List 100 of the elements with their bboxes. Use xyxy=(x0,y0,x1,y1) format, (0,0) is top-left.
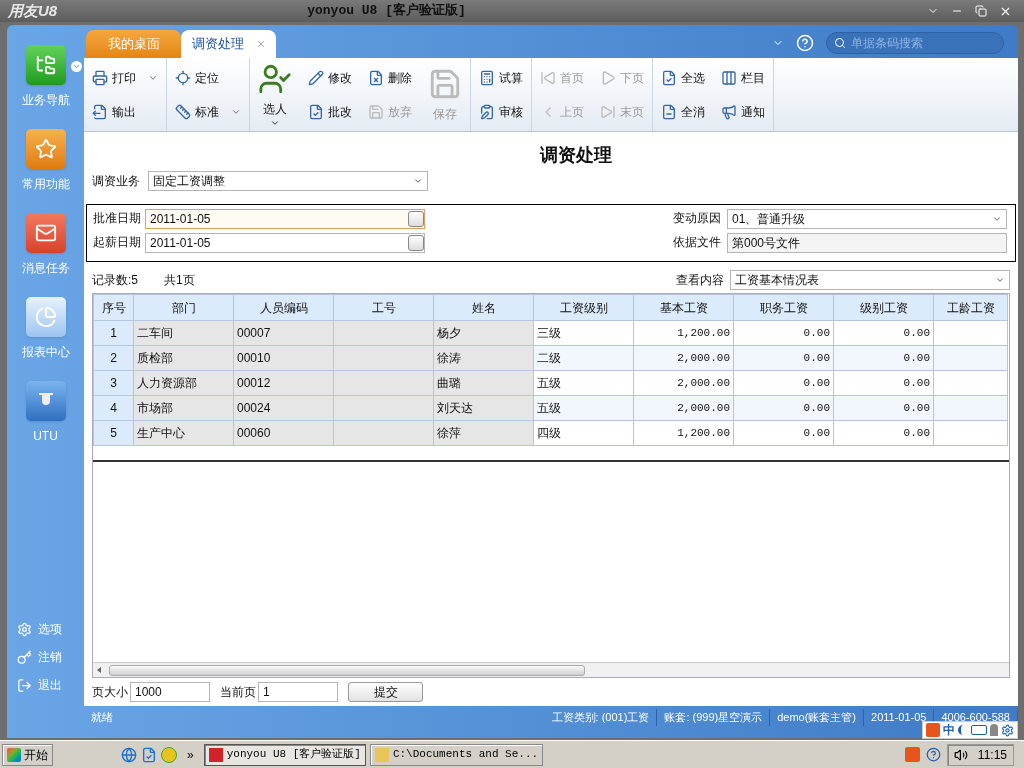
text-field[interactable]: 第000号文件 xyxy=(727,233,1007,253)
help-icon[interactable] xyxy=(925,747,941,762)
calendar-icon[interactable] xyxy=(408,211,424,227)
horizontal-scrollbar[interactable] xyxy=(93,662,1009,677)
table-cell: 2,000.00 xyxy=(633,345,734,371)
table-cell: 生产中心 xyxy=(133,420,234,446)
table-cell: 五级 xyxy=(533,395,634,421)
table-cell: 0.00 xyxy=(833,320,934,346)
left-arrow-icon[interactable] xyxy=(97,667,101,673)
toolbar-button[interactable]: 标准 xyxy=(171,98,245,125)
caret-icon xyxy=(992,214,1002,224)
taskbar-task[interactable]: yonyou U8 [客户验证版] xyxy=(203,743,366,766)
table-cell: 五级 xyxy=(533,370,634,396)
document-x-icon xyxy=(368,69,384,86)
table-cell: 0.00 xyxy=(833,370,934,396)
search-field[interactable]: 单据条码搜索 xyxy=(826,32,1004,54)
browser-icon[interactable] xyxy=(121,746,137,763)
toolbar-button[interactable]: 试算 xyxy=(475,64,527,91)
column-header[interactable]: 姓名 xyxy=(433,294,534,321)
folder-tree-icon xyxy=(25,45,66,85)
reason-select[interactable]: 01、普通升级 xyxy=(727,209,1007,229)
column-header[interactable]: 工资级别 xyxy=(533,294,634,321)
table-cell: 徐涛 xyxy=(433,345,534,371)
table-cell: 00024 xyxy=(233,395,334,421)
ruler-icon xyxy=(175,103,191,120)
search-icon xyxy=(834,37,846,49)
restore-icon[interactable] xyxy=(975,5,987,17)
caret-icon[interactable] xyxy=(71,61,82,72)
tab[interactable]: 调资处理 xyxy=(181,30,276,58)
table-cell: 00012 xyxy=(233,370,334,396)
table-cell: 三级 xyxy=(533,320,634,346)
status-text: demo(账套主管) xyxy=(770,709,865,726)
toolbar-button[interactable]: 打印 xyxy=(88,64,162,91)
toolbar-button[interactable]: 审核 xyxy=(475,98,527,125)
speaker-icon[interactable] xyxy=(953,747,968,762)
column-header[interactable]: 人员编码 xyxy=(233,294,334,321)
clock[interactable]: 11:15 xyxy=(977,745,1007,764)
more-icon[interactable]: » xyxy=(187,745,194,764)
document-check-icon xyxy=(661,69,677,86)
table-cell: 2,000.00 xyxy=(633,395,734,421)
toolbar-button[interactable]: 通知 xyxy=(717,98,769,125)
column-header[interactable]: 工龄工资 xyxy=(933,294,1008,321)
field-label: 依据文件 xyxy=(673,234,721,251)
status-text: 工资类别: (001)工资 xyxy=(544,709,658,726)
toolbar-button[interactable]: 选人 xyxy=(254,57,296,132)
table-cell: 0.00 xyxy=(733,345,834,371)
column-header[interactable]: 基本工资 xyxy=(633,294,734,321)
table-cell: 二级 xyxy=(533,345,634,371)
document-icon[interactable] xyxy=(141,746,157,763)
table-cell: 曲璐 xyxy=(433,370,534,396)
field-label: 页大小 xyxy=(92,684,128,701)
toolbar-button[interactable]: 输出 xyxy=(88,98,140,125)
windows-icon xyxy=(7,747,21,762)
current-page-field[interactable]: 1 xyxy=(258,682,338,702)
date-field[interactable]: 2011-01-05 xyxy=(145,233,425,253)
keyboard-icon[interactable] xyxy=(971,725,987,735)
table-cell: 质检部 xyxy=(133,345,234,371)
table-cell: 四级 xyxy=(533,420,634,446)
column-header[interactable]: 序号 xyxy=(93,294,134,321)
start-button[interactable]: 开始 xyxy=(2,743,53,766)
submit-button[interactable]: 提交 xyxy=(348,682,423,702)
app-logo: 用友U8 xyxy=(8,0,58,21)
table-cell: 0.00 xyxy=(733,320,834,346)
date-field[interactable]: 2011-01-05 xyxy=(145,209,425,229)
table-cell: 人力资源部 xyxy=(133,370,234,396)
field-label: 查看内容 xyxy=(676,272,724,289)
table-cell: 0.00 xyxy=(733,395,834,421)
field-label: 当前页 xyxy=(220,684,256,701)
table-cell: 4 xyxy=(93,395,134,421)
table-cell: 2,000.00 xyxy=(633,370,734,396)
column-header[interactable]: 级别工资 xyxy=(833,294,934,321)
page-size-field[interactable]: 1000 xyxy=(130,682,210,702)
locate-icon xyxy=(175,69,191,86)
view-select[interactable]: 工资基本情况表 xyxy=(730,270,1010,290)
sogou-icon[interactable] xyxy=(904,747,920,762)
table-cell: 市场部 xyxy=(133,395,234,421)
toolbar-button[interactable]: 全消 xyxy=(657,98,709,125)
toolbar-button[interactable]: 删除 xyxy=(364,64,416,91)
pencil-icon xyxy=(308,69,324,86)
business-select[interactable]: 固定工资调整 xyxy=(148,171,428,191)
toolbar-button[interactable]: 修改 xyxy=(304,64,356,91)
column-header[interactable]: 职务工资 xyxy=(733,294,834,321)
toolbar-button[interactable]: 定位 xyxy=(171,64,223,91)
caret-icon xyxy=(995,275,1005,285)
toolbar-button[interactable]: 全选 xyxy=(657,64,709,91)
table-cell: 徐萍 xyxy=(433,420,534,446)
document-icon xyxy=(308,103,324,120)
table-cell: 1 xyxy=(93,320,134,346)
printer-icon xyxy=(92,69,108,86)
settings-icon[interactable] xyxy=(1001,723,1014,737)
column-header[interactable]: 部门 xyxy=(133,294,234,321)
table-cell: 0.00 xyxy=(833,395,934,421)
skip-forward-icon xyxy=(600,103,616,120)
taskbar-task[interactable]: C:\Documents and Se... xyxy=(369,743,544,766)
form-title: 调资处理 xyxy=(540,144,612,167)
mail-icon xyxy=(25,213,66,253)
toolbar-button[interactable]: 批改 xyxy=(304,98,356,125)
column-header[interactable]: 工号 xyxy=(333,294,434,321)
calendar-icon[interactable] xyxy=(408,235,424,251)
toolbar-button[interactable]: 栏目 xyxy=(717,64,769,91)
